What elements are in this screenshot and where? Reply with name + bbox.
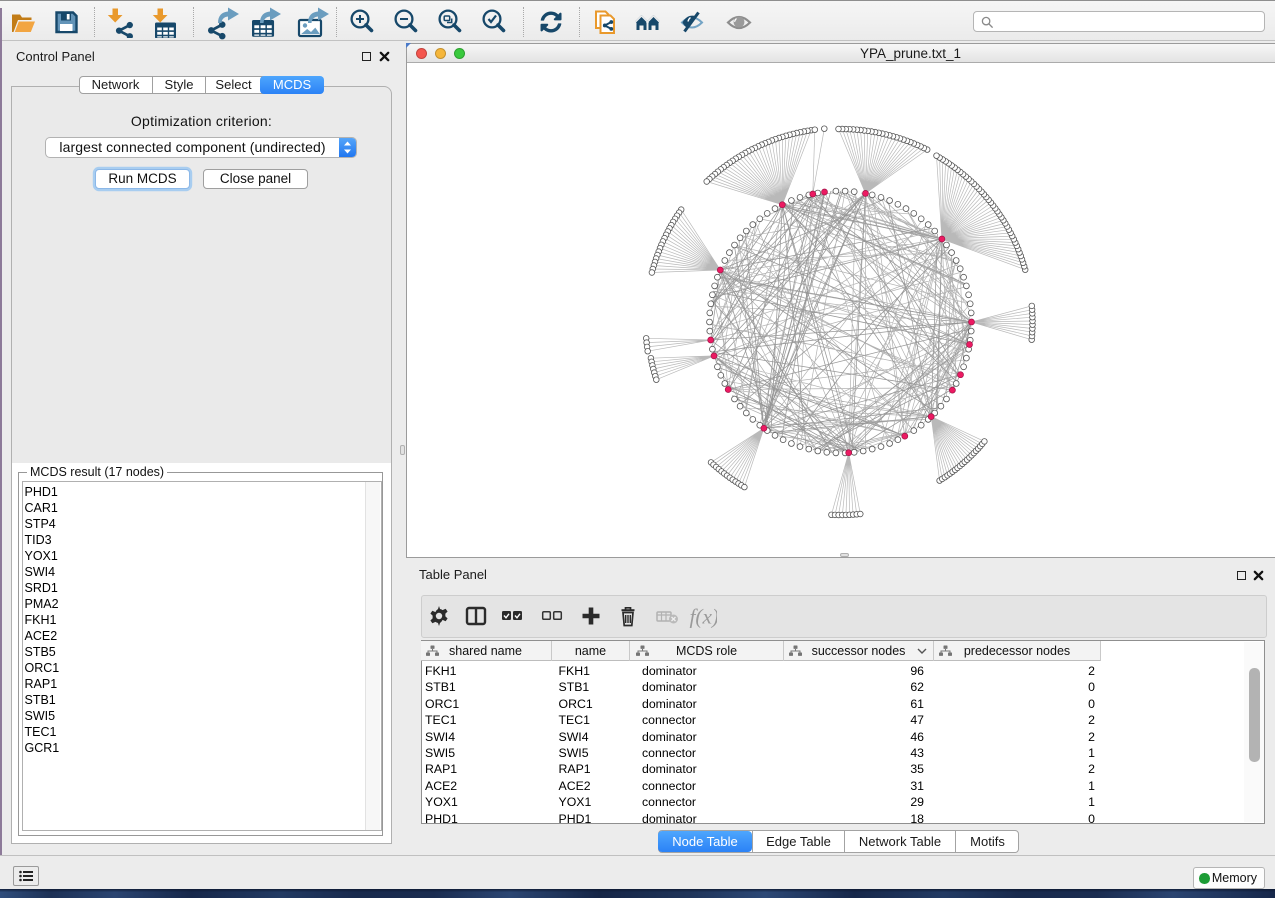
svg-text:f(x): f(x) — [690, 605, 718, 629]
